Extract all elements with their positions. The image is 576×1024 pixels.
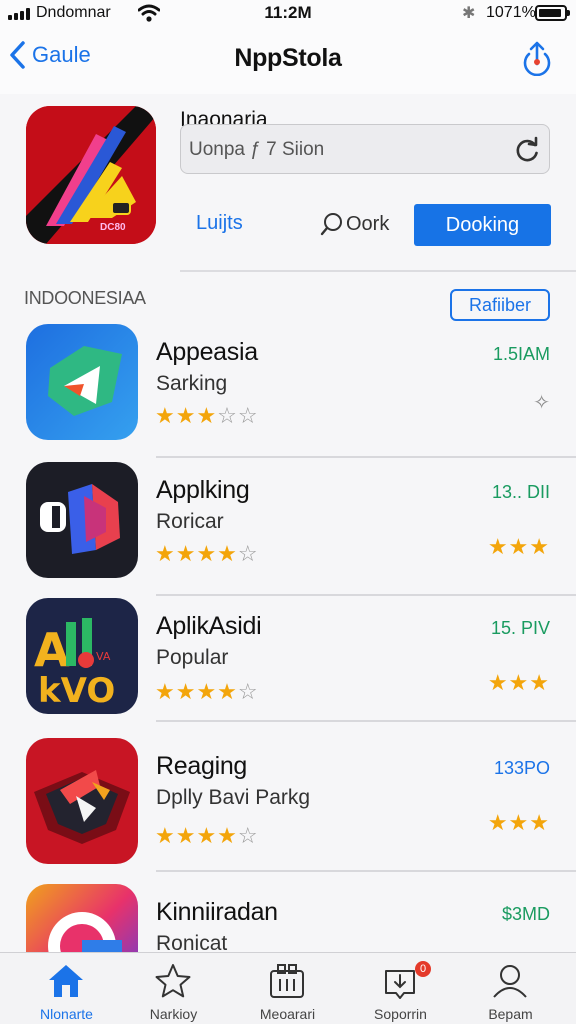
app-name: Appeasia — [156, 338, 258, 366]
app-name: Kinniiradan — [156, 898, 278, 926]
app-meta: 133PO — [493, 758, 550, 778]
svg-text:kVO: kVO — [38, 671, 115, 711]
battery-percentage: 1071% — [486, 4, 536, 21]
home-icon — [49, 965, 83, 997]
search-icon — [320, 213, 342, 236]
status-bar: Dndomnar 11:2M ✱ 1071% — [0, 0, 576, 26]
rating-stars-right: ★★★ — [487, 670, 550, 695]
app-icon[interactable]: A VA kVO — [26, 598, 138, 714]
divider — [180, 270, 576, 272]
rating-stars: ★★★☆☆ — [155, 403, 259, 428]
rating-stars-right: ★★★ — [487, 534, 550, 559]
app-subtitle: Dplly Bavi Parkg — [156, 786, 311, 809]
navigation-bar: Gaule NppStola — [0, 26, 576, 94]
tab-home[interactable]: Nlonarte — [9, 953, 124, 1024]
list-item[interactable]: Kinniiradan Ronicat $3MD — [0, 884, 576, 952]
divider — [156, 594, 576, 596]
app-meta: 13.. DII — [491, 482, 550, 502]
featured-search-value: Uonpa ƒ 7 Siion — [189, 139, 325, 160]
svg-text:VA: VA — [96, 650, 111, 663]
featured-button-lists[interactable]: Luijts — [196, 212, 243, 235]
svg-text:A: A — [34, 623, 70, 677]
star-icon — [155, 964, 191, 998]
refresh-icon[interactable] — [513, 136, 541, 164]
notification-badge: 0 — [415, 961, 431, 977]
tab-profile[interactable]: Bepam — [453, 953, 568, 1024]
divider — [156, 870, 576, 872]
app-meta: $3MD — [501, 904, 550, 924]
tab-favorites[interactable]: Narkioy — [116, 953, 231, 1024]
app-icon[interactable] — [26, 324, 138, 440]
app-subtitle: Ronicat — [156, 932, 228, 952]
featured-app-card: DC80 Inaonaria Uonpa ƒ 7 Siion Luijts Oo… — [0, 94, 576, 272]
divider — [156, 720, 576, 722]
app-name: AplikAsidi — [156, 612, 262, 640]
download-icon — [385, 970, 415, 999]
apps-icon — [270, 964, 304, 998]
list-item[interactable]: A VA kVO AplikAsidi Popular ★★★★☆ 15. PI… — [0, 598, 576, 738]
featured-button-booking[interactable]: Dooking — [414, 204, 551, 246]
app-subtitle: Sarking — [156, 372, 228, 395]
featured-button-work-label: Oork — [346, 212, 390, 235]
tab-label: Nlonarte — [40, 1006, 93, 1022]
featured-app-icon[interactable]: DC80 — [26, 106, 156, 244]
person-icon — [493, 965, 527, 998]
divider — [156, 456, 576, 458]
pin-icon[interactable]: ✧ — [533, 390, 550, 415]
app-subtitle: Roricar — [156, 510, 224, 533]
tab-label: Meoarari — [259, 1006, 316, 1022]
app-meta: 1.5IAM — [492, 344, 550, 364]
featured-icon-text: DC80 — [100, 222, 126, 233]
section-title: INDOONESIAA — [24, 288, 146, 308]
tab-bar: Nlonarte Narkioy Meoarari 0 Soporrin Bep… — [0, 952, 576, 1024]
app-meta: 15. PIV — [490, 618, 550, 638]
featured-button-work[interactable]: Oork — [320, 212, 389, 236]
app-icon[interactable] — [26, 462, 138, 578]
rating-stars: ★★★★☆ — [155, 679, 259, 704]
app-name: Applking — [156, 476, 250, 504]
rating-stars: ★★★★☆ — [155, 541, 259, 566]
page-title: NppStola — [234, 44, 342, 72]
app-icon[interactable] — [26, 738, 138, 864]
tab-label: Bepam — [488, 1006, 533, 1022]
list-item[interactable]: Reaging Dplly Bavi Parkg ★★★★☆ 133PO ★★★ — [0, 738, 576, 878]
tab-label: Narkioy — [149, 1006, 198, 1022]
app-icon[interactable] — [26, 884, 138, 952]
tab-label: Soporrin — [374, 1006, 427, 1022]
share-icon[interactable] — [520, 40, 554, 76]
tab-apps[interactable]: Meoarari — [230, 953, 345, 1024]
bluetooth-icon: ✱ — [462, 5, 476, 22]
rating-stars: ★★★★☆ — [155, 823, 259, 848]
section-refresh-button[interactable]: Rafiiber — [450, 289, 550, 321]
battery-icon — [535, 5, 570, 21]
list-item[interactable]: Appeasia Sarking ★★★☆☆ 1.5IAM ✧ — [0, 324, 576, 464]
app-subtitle: Popular — [156, 646, 229, 669]
tab-updates[interactable]: 0 Soporrin — [343, 953, 458, 1024]
rating-stars-right: ★★★ — [487, 810, 550, 835]
featured-search-field[interactable]: Uonpa ƒ 7 Siion — [180, 124, 550, 174]
app-name: Reaging — [156, 752, 248, 780]
list-item[interactable]: Applking Roricar ★★★★☆ 13.. DII ★★★ — [0, 462, 576, 602]
